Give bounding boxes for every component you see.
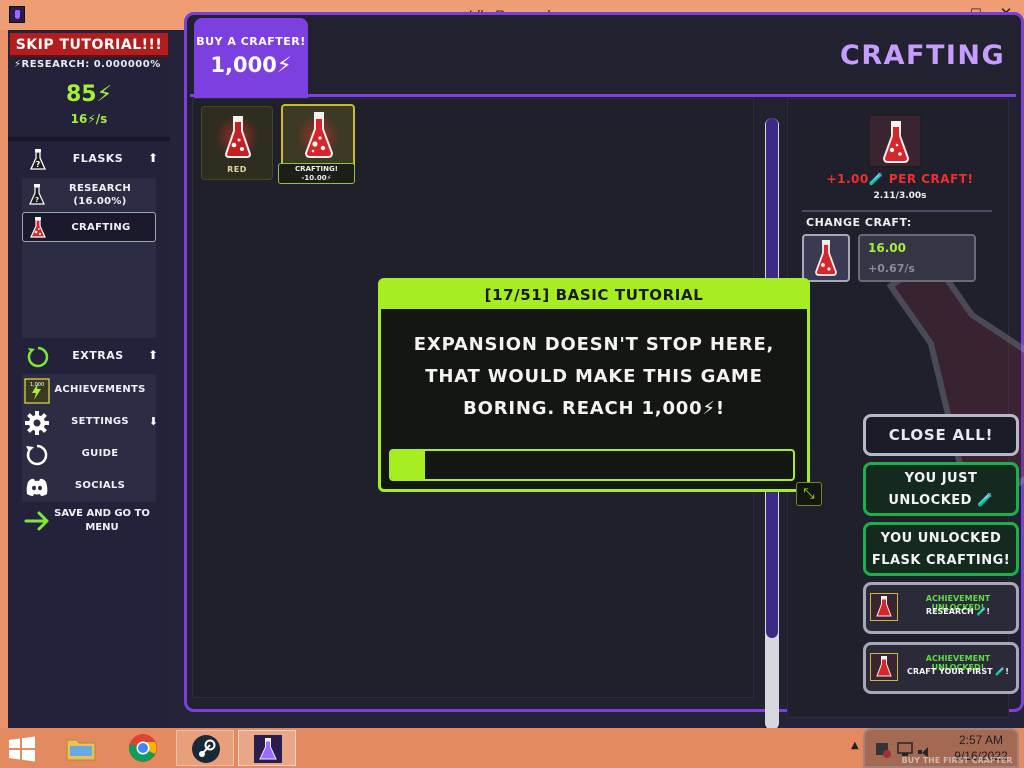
buy-crafter-label: BUY A CRAFTER!	[196, 35, 306, 48]
craft-timer: 2.11/3.00s	[873, 191, 927, 201]
achievement-text: CRAFT YOUR FIRST 🧪!	[907, 667, 1009, 676]
collapse-arrow-icon[interactable]: ⬆	[148, 151, 158, 165]
notification-text: YOU JUST UNLOCKED 🧪	[888, 471, 994, 508]
red-flask-icon	[224, 116, 252, 158]
page-title: CRAFTING	[840, 40, 1006, 71]
notification-unlock[interactable]: YOU JUST UNLOCKED 🧪	[863, 462, 1019, 516]
svg-text:?: ?	[36, 160, 41, 169]
discord-icon	[26, 478, 48, 496]
windows-start-icon[interactable]	[8, 736, 36, 762]
change-craft-button[interactable]	[802, 234, 850, 282]
detail-divider	[802, 210, 992, 212]
tutorial-progress-fill	[391, 451, 426, 479]
save-and-menu-label: SAVE AND GO TO MENU	[54, 508, 150, 533]
steam-icon	[192, 735, 220, 763]
craft-stock-box: 16.00 +0.67/s	[858, 234, 976, 282]
achievement-badge-icon: 1,000	[24, 378, 50, 404]
arrow-right-icon	[24, 511, 49, 531]
crafter-caption: RED	[227, 165, 247, 174]
extras-section-header[interactable]: EXTRAS ⬆	[22, 344, 158, 370]
chrome-icon	[128, 734, 157, 762]
close-all-label: CLOSE ALL!	[888, 426, 994, 444]
sidebar-item-socials[interactable]: SOCIALS	[22, 472, 156, 502]
selected-craft-icon	[868, 114, 922, 168]
close-all-button[interactable]: CLOSE ALL!	[863, 414, 1019, 456]
sidebar-item-settings-label: SETTINGS	[71, 416, 129, 427]
tray-expand-icon[interactable]: ▲	[851, 740, 859, 751]
buy-crafter-cost: 1,000⚡	[210, 53, 292, 77]
achievement-text: RESEARCH 🧪!	[925, 607, 991, 616]
tutorial-header: [17/51] BASIC TUTORIAL	[381, 281, 807, 309]
research-progress-text: ⚡RESEARCH: 0.000000%	[14, 59, 161, 70]
red-flask-icon	[870, 593, 898, 621]
taskbar-idle-research[interactable]	[238, 730, 296, 766]
refresh-icon	[26, 444, 48, 466]
flasks-section-label: FLASKS	[72, 152, 124, 165]
tutorial-progress-bar	[389, 449, 795, 481]
per-craft-yield: +1.00🧪 PER CRAFT!	[826, 172, 974, 186]
flasks-section-header[interactable]: ? FLASKS ⬆	[22, 147, 158, 173]
notification-achievement[interactable]: ACHIEVEMENT UNLOCKED! RESEARCH 🧪!	[863, 582, 1019, 634]
red-flask-icon	[304, 112, 334, 158]
flasks-submenu: ? RESEARCH (16.00%) CRAFTING	[22, 178, 156, 338]
craft-stock-rate: +0.67/s	[868, 262, 915, 275]
tutorial-message: EXPANSION DOESN'T STOP HERE, THAT WOULD …	[413, 334, 775, 419]
sidebar-item-socials-label: SOCIALS	[74, 480, 126, 491]
sidebar-item-research-label: RESEARCH (16.00%)	[68, 183, 132, 207]
sidebar-item-achievements-label: ACHIEVEMENTS	[54, 384, 146, 395]
notification-peek-text: BUY THE FIRST CRAFTER	[901, 756, 1013, 765]
red-flask-icon	[882, 121, 910, 163]
sidebar-item-achievements[interactable]: 1,000 ACHIEVEMENTS	[22, 376, 156, 406]
extras-section-label: EXTRAS	[72, 349, 124, 362]
resize-icon[interactable]: ⤡	[796, 482, 822, 506]
tutorial-dialog: [17/51] BASIC TUTORIAL EXPANSION DOESN'T…	[378, 278, 810, 492]
flask-question-icon: ?	[29, 149, 47, 170]
craft-stock-amount: 16.00	[868, 241, 906, 255]
sidebar-item-research[interactable]: ? RESEARCH (16.00%)	[22, 180, 156, 210]
save-and-menu-button[interactable]: SAVE AND GO TO MENU	[22, 504, 156, 538]
gear-icon	[25, 411, 49, 435]
refresh-icon	[27, 346, 49, 368]
sidebar-item-guide[interactable]: GUIDE	[22, 440, 156, 470]
notification-peek: BUY THE FIRST CRAFTER	[863, 728, 1019, 768]
taskbar-steam[interactable]	[176, 730, 234, 766]
taskbar-file-explorer[interactable]	[52, 730, 110, 766]
svg-text:1,000: 1,000	[30, 382, 44, 388]
red-flask-icon	[870, 653, 898, 681]
red-flask-icon	[30, 217, 46, 238]
svg-text:?: ?	[35, 196, 39, 204]
collapse-arrow-icon[interactable]: ⬆	[148, 348, 158, 362]
notification-unlock[interactable]: YOU UNLOCKED FLASK CRAFTING!	[863, 522, 1019, 576]
notification-text: YOU UNLOCKED FLASK CRAFTING!	[871, 531, 1011, 568]
extras-submenu: 1,000 ACHIEVEMENTS SETTINGS ⬇ GUIDE SOCI…	[22, 374, 158, 502]
crafter-cost-text: -10.00⚡	[301, 174, 332, 182]
tutorial-title: [17/51] BASIC TUTORIAL	[484, 286, 704, 304]
title-divider	[190, 94, 1016, 97]
red-flask-icon	[815, 240, 837, 276]
sidebar-item-crafting-label: CRAFTING	[71, 222, 131, 233]
sidebar-divider	[8, 137, 170, 141]
skip-tutorial-button[interactable]: SKIP TUTORIAL!!!	[10, 33, 168, 57]
notification-achievement[interactable]: ACHIEVEMENT UNLOCKED! CRAFT YOUR FIRST 🧪…	[863, 642, 1019, 694]
crafter-status-badge: CRAFTING! -10.00⚡	[278, 163, 355, 184]
energy-rate: 16⚡/s	[70, 112, 108, 126]
sidebar: SKIP TUTORIAL!!! ⚡RESEARCH: 0.000000% 85…	[8, 30, 170, 728]
energy-counter: 85⚡	[65, 82, 113, 107]
flask-question-icon: ?	[29, 184, 45, 205]
change-craft-label: CHANGE CRAFT:	[806, 216, 912, 229]
taskbar-chrome[interactable]	[114, 730, 172, 766]
sidebar-item-crafting[interactable]: CRAFTING	[22, 212, 156, 242]
sidebar-item-settings[interactable]: SETTINGS ⬇	[22, 408, 158, 438]
folder-icon	[66, 739, 96, 761]
buy-crafter-button[interactable]: BUY A CRAFTER! 1,000⚡	[194, 18, 308, 98]
idle-research-icon	[254, 735, 282, 763]
crafter-status-text: CRAFTING!	[295, 165, 338, 173]
crafter-red[interactable]: RED	[201, 106, 273, 180]
sidebar-item-guide-label: GUIDE	[81, 448, 119, 459]
expand-arrow-icon[interactable]: ⬇	[149, 415, 158, 428]
